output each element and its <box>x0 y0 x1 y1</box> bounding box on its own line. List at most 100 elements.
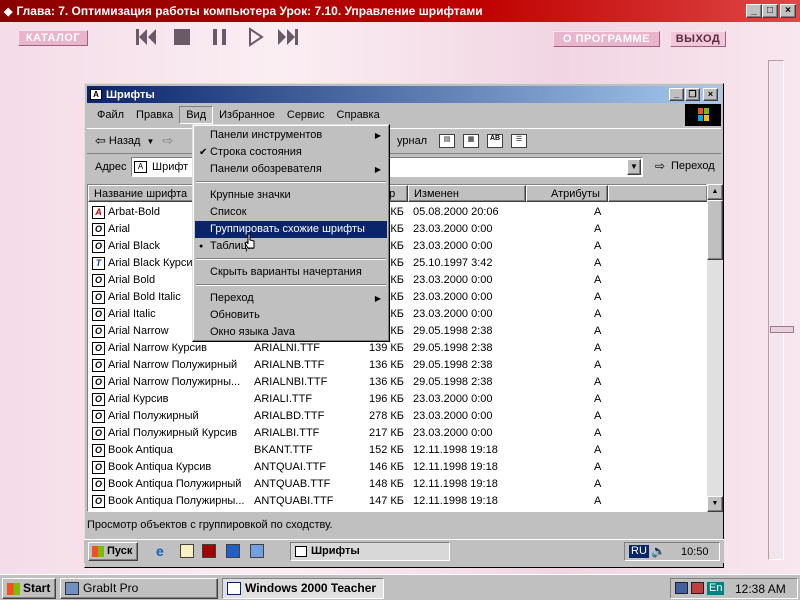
vertical-scrollbar[interactable]: ▲ ▼ <box>707 184 723 512</box>
progress-slider-thumb[interactable] <box>770 326 794 333</box>
ie-icon[interactable]: e <box>156 543 164 559</box>
view-menu-item[interactable]: Обновить <box>195 307 387 324</box>
grabit-icon <box>65 582 79 595</box>
row-attribute: A <box>594 410 602 422</box>
table-row[interactable]: O Book Antiqua Курсив ANTQUAI.TTF 146 КБ 12.… <box>88 459 708 476</box>
about-button[interactable]: О ПРОГРАММЕ <box>553 31 660 47</box>
menu-edit[interactable]: Правка <box>130 106 179 124</box>
desktop-icon[interactable] <box>226 544 240 558</box>
font-opentype-icon: O <box>92 359 105 372</box>
inner-task-fonts[interactable]: Шрифты <box>290 542 450 561</box>
window-restore-icon[interactable]: ❐ <box>685 88 700 101</box>
forward-arrow-icon[interactable]: ⇨ <box>162 133 173 149</box>
view-details-icon[interactable]: ☰ <box>511 134 527 148</box>
fonts-window: A Шрифты _ ❐ × Файл Правка Вид Избранное… <box>84 83 724 568</box>
font-list[interactable]: Название шрифта ер Изменен Атрибуты AArb… <box>87 184 708 512</box>
back-dropdown-icon[interactable]: ▼ <box>146 137 154 146</box>
view-menu-item-label: Переход <box>210 292 254 304</box>
row-attribute: A <box>594 223 602 235</box>
network-icon[interactable] <box>250 544 264 558</box>
task-grabit[interactable]: GrabIt Pro <box>60 578 218 599</box>
column-header-modified[interactable]: Изменен <box>408 185 526 202</box>
minimize-icon[interactable]: _ <box>746 4 762 18</box>
table-row[interactable]: O Arial Narrow КБ 29.05.1998 2:38 A <box>88 323 708 340</box>
outlook-icon[interactable] <box>180 544 194 558</box>
menu-view[interactable]: Вид <box>179 106 214 124</box>
scroll-down-icon[interactable]: ▼ <box>707 496 723 512</box>
table-row[interactable]: O Arial Bold Italic КБ 23.03.2000 0:00 A <box>88 289 708 306</box>
go-arrow-icon[interactable]: ⇨ <box>655 159 665 173</box>
address-dropdown-icon[interactable]: ▼ <box>627 159 641 175</box>
pause-icon[interactable] <box>208 26 232 48</box>
view-menu-item[interactable]: Скрыть варианты начертания <box>195 264 387 281</box>
rewind-icon[interactable] <box>134 26 158 48</box>
view-menu-item[interactable]: Панели инструментов ▶ <box>195 127 387 144</box>
exit-button[interactable]: ВЫХОД <box>670 31 726 47</box>
view-similarity-icon[interactable]: AB <box>487 134 503 148</box>
inner-lang-indicator[interactable]: RU <box>629 545 649 558</box>
window-minimize-icon[interactable]: _ <box>669 88 684 101</box>
start-button[interactable]: Start <box>2 578 56 599</box>
menu-help[interactable]: Справка <box>331 106 386 124</box>
font-opentype-icon: O <box>92 444 105 457</box>
inner-start-button[interactable]: Пуск <box>88 542 138 561</box>
view-menu-item-label: Крупные значки <box>210 189 291 201</box>
row-date: 29.05.1998 2:38 <box>413 325 493 337</box>
table-row[interactable]: O Arial Italic КБ 23.03.2000 0:00 A <box>88 306 708 323</box>
table-row[interactable]: O Arial Black КБ 23.03.2000 0:00 A <box>88 238 708 255</box>
stop-icon[interactable] <box>170 26 194 48</box>
row-size: 278 КБ <box>368 410 404 422</box>
view-large-icons-icon[interactable]: ▤ <box>439 134 455 148</box>
progress-slider-track[interactable] <box>768 60 784 560</box>
close-icon[interactable]: × <box>780 4 796 18</box>
table-row[interactable]: O Arial Narrow Полужирны... ARIALNBI.TTF 13… <box>88 374 708 391</box>
column-header-attributes[interactable]: Атрибуты <box>526 185 608 202</box>
catalog-button[interactable]: КАТАЛОГ <box>18 30 88 46</box>
table-row[interactable]: O Arial Narrow Полужирный ARIALNB.TTF 136 К… <box>88 357 708 374</box>
scroll-up-icon[interactable]: ▲ <box>707 184 723 200</box>
table-row[interactable]: O Book Antiqua BKANT.TTF 152 КБ 12.11.1998 1… <box>88 442 708 459</box>
maximize-icon[interactable]: □ <box>762 4 778 18</box>
menu-favorites[interactable]: Избранное <box>213 106 281 124</box>
menu-tools[interactable]: Сервис <box>281 106 331 124</box>
view-menu-item[interactable]: Крупные значки <box>195 187 387 204</box>
view-menu-item[interactable]: Строка состояния ✔ <box>195 144 387 161</box>
save-disk-icon[interactable] <box>202 544 216 558</box>
row-attribute: A <box>594 342 602 354</box>
tray-lang-indicator[interactable]: En <box>707 582 725 595</box>
task-windows-teacher[interactable]: Windows 2000 Teacher <box>222 578 384 599</box>
volume-icon[interactable]: 🔈 <box>651 544 666 558</box>
journal-button[interactable]: урнал <box>397 135 427 147</box>
view-menu-item[interactable]: Панели обозревателя ▶ <box>195 161 387 178</box>
fast-forward-icon[interactable] <box>276 26 300 48</box>
table-row[interactable]: O Arial Narrow Курсив ARIALNI.TTF 139 КБ 29.… <box>88 340 708 357</box>
back-arrow-icon[interactable]: ⇦ <box>95 133 106 149</box>
table-row[interactable]: O Arial Полужирный Курсив ARIALBI.TTF 217 К… <box>88 425 708 442</box>
table-row[interactable]: O Book Antiqua Полужирны... ANTQUABI.TTF 14… <box>88 493 708 510</box>
tray-monitor-icon[interactable] <box>675 582 688 594</box>
view-menu-item[interactable]: Таблица ● <box>195 238 387 255</box>
table-row[interactable]: O Book Antiqua Полужирный ANTQUAB.TTF 148 К… <box>88 476 708 493</box>
tray-app-icon[interactable] <box>691 582 704 594</box>
table-row[interactable]: T Arial Black Курсив КБ 25.10.1997 3:42 A <box>88 255 708 272</box>
window-close-icon[interactable]: × <box>703 88 718 101</box>
back-button[interactable]: Назад <box>109 135 141 147</box>
play-icon[interactable] <box>244 26 268 48</box>
row-date: 23.03.2000 0:00 <box>413 223 493 235</box>
scroll-thumb[interactable] <box>707 200 723 260</box>
go-button[interactable]: Переход <box>671 160 715 172</box>
view-menu-item[interactable]: Список <box>195 204 387 221</box>
table-row[interactable]: A Arbat-Bold КБ 05.08.2000 20:06 A <box>88 204 708 221</box>
table-row[interactable]: O Arial КБ 23.03.2000 0:00 A <box>88 221 708 238</box>
row-file: ANTQUAI.TTF <box>254 461 327 473</box>
font-truetype-icon: T <box>92 257 105 270</box>
table-row[interactable]: O Arial Полужирный ARIALBD.TTF 278 КБ 23.03.… <box>88 408 708 425</box>
table-row[interactable]: O Arial Bold КБ 23.03.2000 0:00 A <box>88 272 708 289</box>
view-menu-item[interactable]: Переход ▶ <box>195 290 387 307</box>
view-menu-dropdown: Панели инструментов ▶ Строка состояния ✔ Пан… <box>192 124 390 342</box>
table-row[interactable]: O Arial Курсив ARIALI.TTF 196 КБ 23.03.2000 … <box>88 391 708 408</box>
view-list-icon[interactable]: ▦ <box>463 134 479 148</box>
view-menu-item[interactable]: Окно языка Java <box>195 324 387 341</box>
menu-file[interactable]: Файл <box>91 106 130 124</box>
view-menu-item[interactable]: Группировать схожие шрифты <box>195 221 387 238</box>
